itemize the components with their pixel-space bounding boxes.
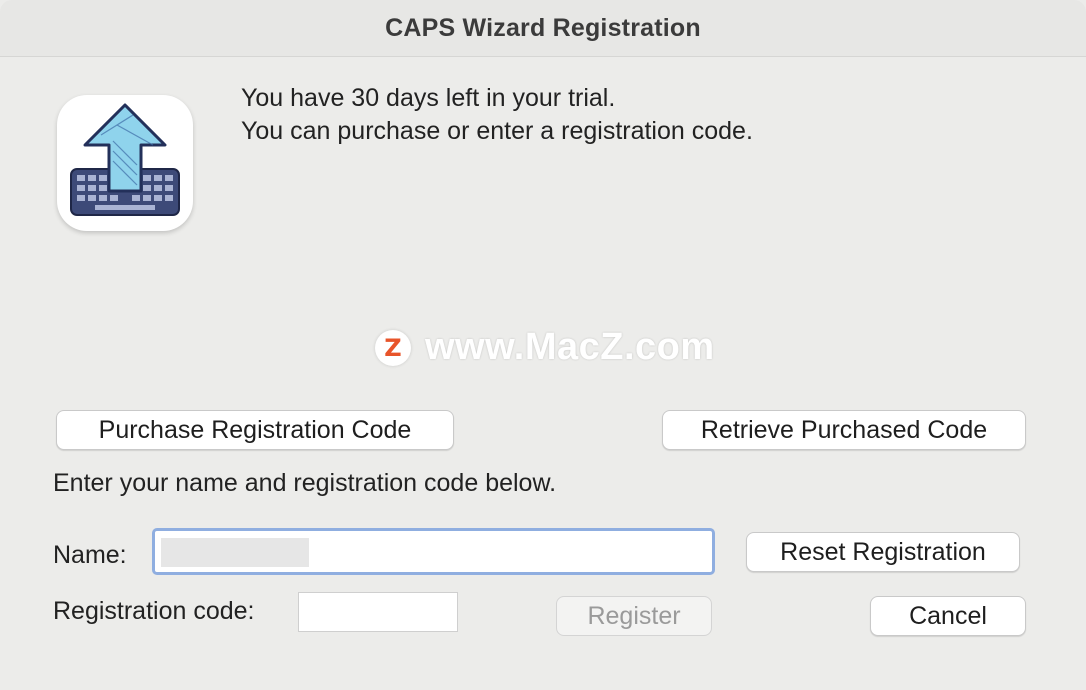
registration-code-input[interactable]: [299, 593, 457, 631]
registration-window: CAPS Wizard Registration You have 30 day…: [0, 0, 1086, 690]
purchase-hint-message: You can purchase or enter a registration…: [241, 117, 753, 145]
name-label: Name:: [53, 541, 127, 569]
watermark: Z www.MacZ.com: [375, 326, 715, 369]
window-title: CAPS Wizard Registration: [385, 13, 701, 42]
cancel-button[interactable]: Cancel: [870, 596, 1026, 636]
caps-arrow-keyboard-icon: [70, 103, 180, 216]
register-button[interactable]: Register: [556, 596, 712, 636]
name-input[interactable]: [155, 531, 712, 572]
registration-code-label: Registration code:: [53, 597, 255, 625]
name-field[interactable]: [152, 528, 715, 575]
caps-wizard-app-icon: [57, 95, 193, 231]
trial-message: You have 30 days left in your trial.: [241, 84, 616, 112]
title-bar[interactable]: CAPS Wizard Registration: [0, 0, 1086, 57]
registration-code-field[interactable]: [298, 592, 458, 632]
watermark-text: www.MacZ.com: [425, 326, 715, 368]
reset-registration-button[interactable]: Reset Registration: [746, 532, 1020, 572]
macz-logo-icon: Z: [375, 329, 411, 366]
purchase-registration-code-button[interactable]: Purchase Registration Code: [56, 410, 454, 450]
retrieve-purchased-code-button[interactable]: Retrieve Purchased Code: [662, 410, 1026, 450]
instructions-text: Enter your name and registration code be…: [53, 469, 557, 497]
